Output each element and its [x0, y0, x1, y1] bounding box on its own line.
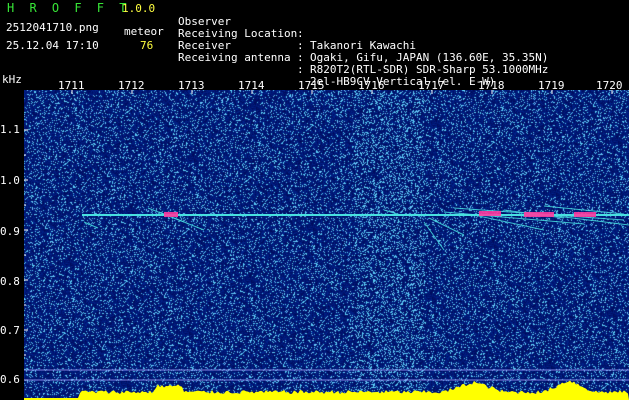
y-tick-label: 0.7 — [0, 324, 20, 337]
meteor-echo-streak — [423, 221, 445, 251]
meteor-echo-streak — [428, 217, 465, 236]
info-row-receiver: Receiver : R820T2(RTL-SDR) SDR-Sharp 53.… — [178, 28, 548, 76]
info-value: 2el-HB9CV Vertical (el. E-W) — [310, 75, 496, 88]
y-tick-label: 0.9 — [0, 225, 20, 238]
meteor-echo-head — [524, 212, 554, 217]
date-time: 25.12.04 17:10 — [6, 39, 99, 52]
spectrogram-plot — [24, 90, 629, 400]
meteor-echo-head — [479, 211, 501, 216]
info-row-antenna: Receiving antenna : 2el-HB9CV Vertical (… — [178, 40, 495, 88]
file-name: 2512041710.png — [6, 21, 99, 34]
info-colon: : — [297, 63, 304, 76]
y-tick-label: 1.1 — [0, 123, 20, 136]
app-version: 1.0.0 — [122, 2, 156, 15]
spectrogram-overlay — [24, 90, 629, 400]
app-name: H R O F F T — [7, 1, 131, 15]
info-label: Receiving antenna — [178, 51, 291, 64]
info-row-observer: Observer : Takanori Kawachi — [178, 4, 416, 52]
y-tick-label: 0.6 — [0, 373, 20, 386]
noise-level-trace — [24, 380, 629, 400]
meteor-echo-head — [574, 212, 596, 217]
x-tick-marks — [71, 90, 613, 94]
info-row-location: Receiving Location : Ogaki, Gifu, JAPAN … — [178, 16, 548, 64]
y-axis-unit: kHz — [2, 73, 22, 86]
meteor-echo-streak — [83, 221, 99, 229]
meteor-echoes — [83, 205, 629, 251]
y-tick-marks — [24, 129, 28, 381]
event-count: 76 — [140, 39, 154, 52]
y-tick-label: 0.8 — [0, 275, 20, 288]
hrofft-screen: H R O F F T 1.0.0 2512041710.png 25.12.0… — [0, 0, 629, 400]
meteor-echo-head — [164, 212, 178, 217]
y-tick-label: 1.0 — [0, 174, 20, 187]
event-label: meteor — [124, 25, 164, 38]
